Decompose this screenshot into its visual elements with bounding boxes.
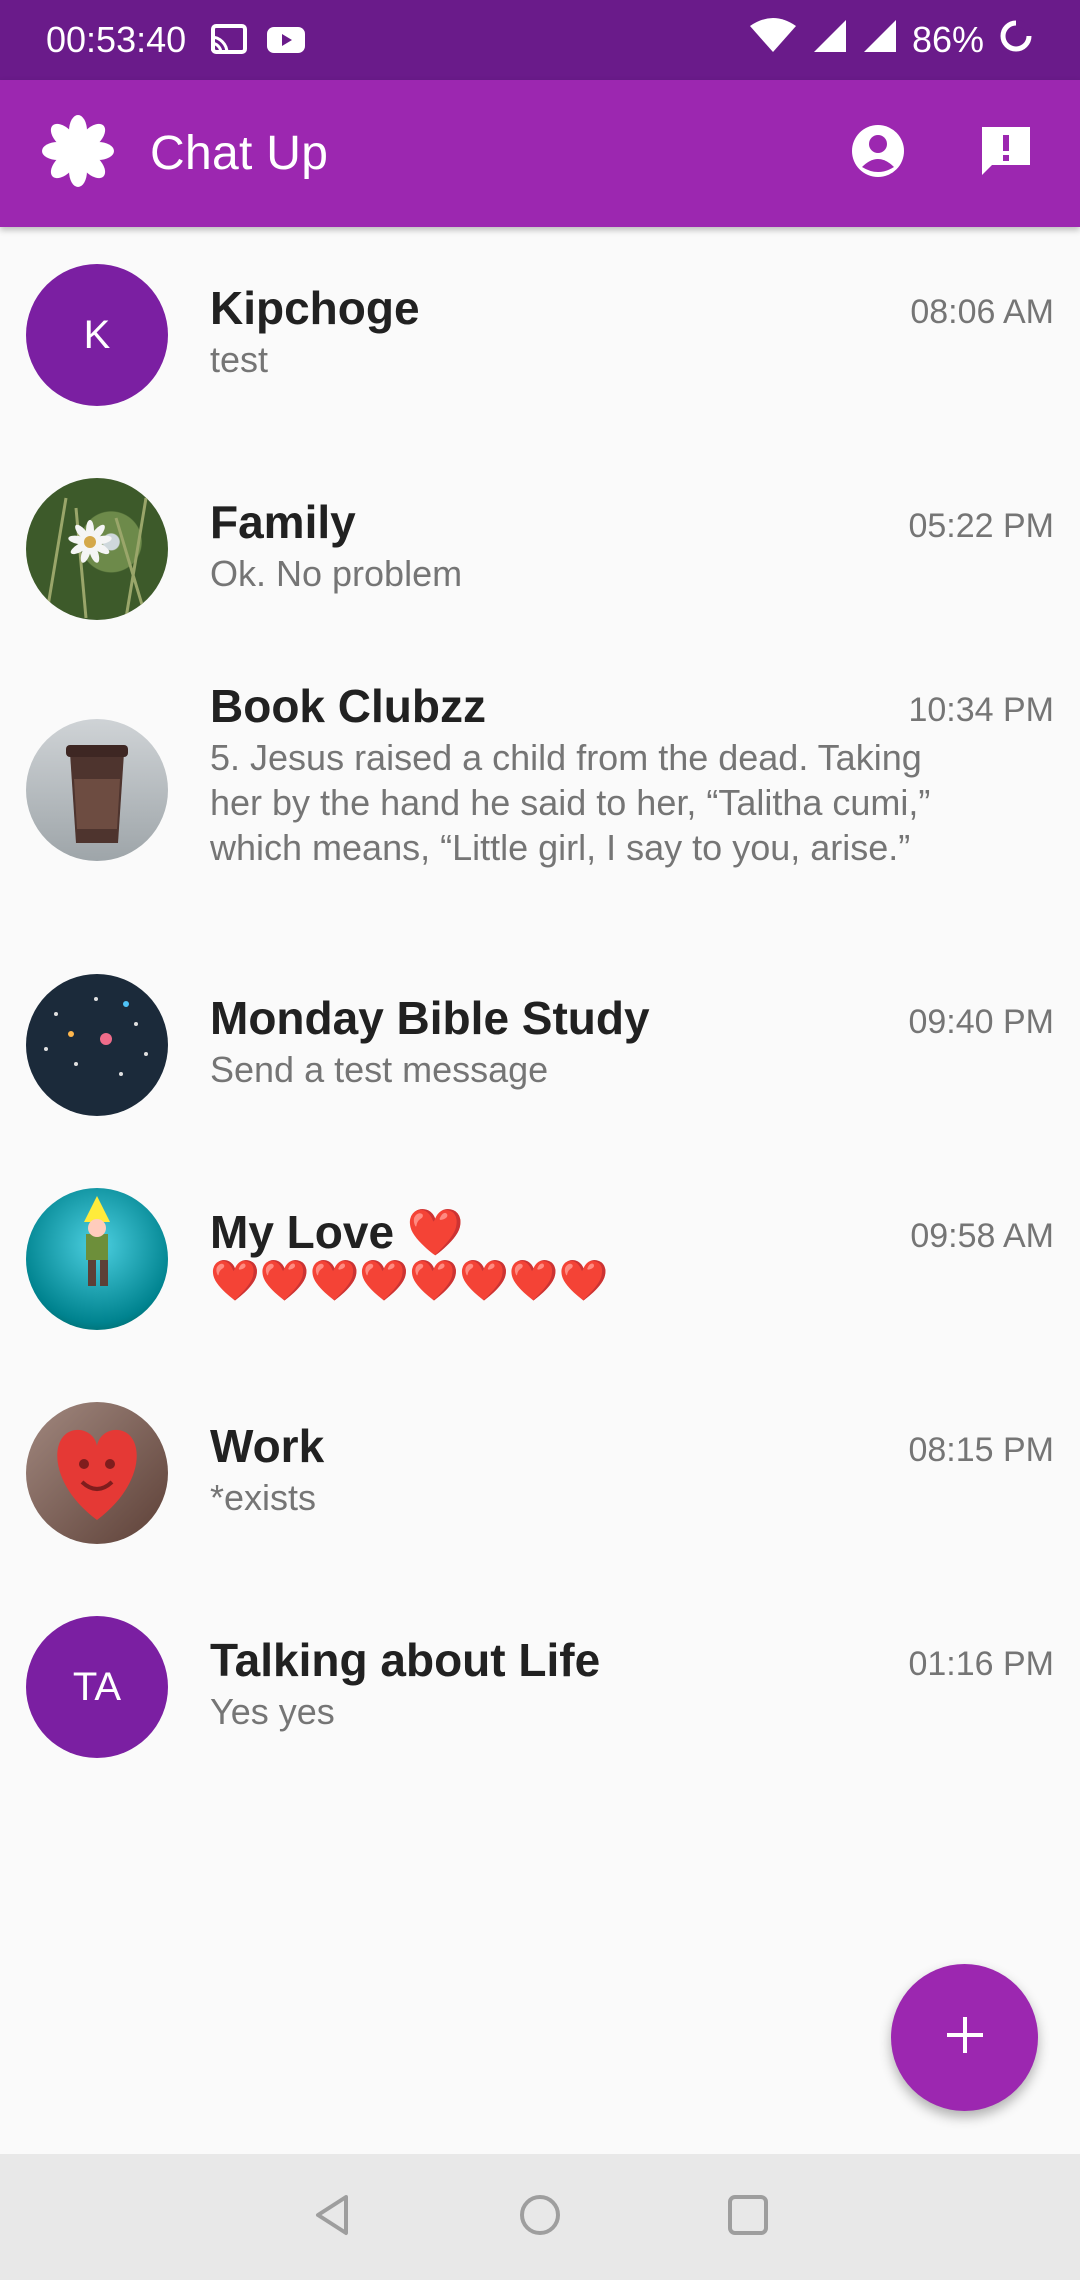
status-time: 00:53:40 xyxy=(46,19,187,60)
chat-preview: Send a test message xyxy=(210,1049,549,1090)
signal-icon xyxy=(812,18,848,63)
back-icon[interactable] xyxy=(308,2191,356,2244)
chat-row-family[interactable]: Family 05:22 PM Ok. No problem xyxy=(0,441,1080,655)
avatar: TA xyxy=(26,1616,168,1758)
asterisk-logo-icon xyxy=(40,113,116,194)
avatar xyxy=(26,1402,168,1544)
youtube-icon xyxy=(266,25,306,55)
avatar xyxy=(26,478,168,620)
chat-preview: Ok. No problem xyxy=(210,553,463,594)
chat-preview: *exists xyxy=(210,1477,317,1518)
account-circle-icon[interactable] xyxy=(850,123,906,184)
avatar xyxy=(26,1188,168,1330)
chat-time: 09:58 AM xyxy=(910,1217,1054,1255)
chat-name: Family xyxy=(210,496,356,548)
chat-preview: ❤️❤️❤️❤️❤️❤️❤️❤️ xyxy=(210,1259,609,1303)
app-bar: Chat Up xyxy=(0,80,1080,227)
system-nav-bar xyxy=(0,2154,1080,2280)
chat-time: 08:06 AM xyxy=(910,293,1054,331)
chat-row-monday-bible-study[interactable]: Monday Bible Study 09:40 PM Send a test … xyxy=(0,937,1080,1151)
plus-icon xyxy=(943,2013,987,2062)
chat-name: Monday Bible Study xyxy=(210,992,650,1044)
chat-row-my-love[interactable]: My Love ❤️ 09:58 AM ❤️❤️❤️❤️❤️❤️❤️❤️ xyxy=(0,1151,1080,1365)
chat-time: 05:22 PM xyxy=(908,507,1054,545)
home-icon[interactable] xyxy=(516,2191,564,2244)
chat-list: K Kipchoge 08:06 AM test Family 05:22 PM… xyxy=(0,227,1080,1793)
new-chat-button[interactable] xyxy=(891,1964,1038,2111)
chat-preview: 5. Jesus raised a child from the dead. T… xyxy=(210,737,931,868)
avatar: K xyxy=(26,264,168,406)
chat-time: 08:15 PM xyxy=(908,1431,1054,1469)
chat-preview: Yes yes xyxy=(210,1691,335,1732)
avatar xyxy=(26,719,168,861)
chat-row-talking-about-life[interactable]: TA Talking about Life 01:16 PM Yes yes xyxy=(0,1579,1080,1793)
chat-name: Kipchoge xyxy=(210,282,420,334)
chat-name: Talking about Life xyxy=(210,1634,601,1686)
chat-row-work[interactable]: Work 08:15 PM *exists xyxy=(0,1365,1080,1579)
cast-icon xyxy=(208,23,248,57)
feedback-icon[interactable] xyxy=(978,123,1034,184)
chat-time: 09:40 PM xyxy=(908,1003,1054,1041)
chat-row-kipchoge[interactable]: K Kipchoge 08:06 AM test xyxy=(0,227,1080,441)
chat-name: My Love ❤️ xyxy=(210,1206,465,1258)
status-bar: 00:53:40 86% xyxy=(0,0,1080,80)
recents-icon[interactable] xyxy=(724,2191,772,2244)
battery-icon xyxy=(998,18,1034,63)
signal-icon xyxy=(862,18,898,63)
battery-percent: 86% xyxy=(911,19,984,60)
chat-row-book-clubzz[interactable]: Book Clubzz 10:34 PM 5. Jesus raised a c… xyxy=(0,655,1080,937)
avatar xyxy=(26,974,168,1116)
app-title: Chat Up xyxy=(150,127,329,180)
wifi-icon xyxy=(748,17,798,63)
chat-time: 10:34 PM xyxy=(908,691,1054,729)
chat-name: Work xyxy=(210,1420,325,1472)
chat-name: Book Clubzz xyxy=(210,680,486,732)
chat-preview: test xyxy=(210,339,269,380)
chat-time: 01:16 PM xyxy=(908,1645,1054,1683)
